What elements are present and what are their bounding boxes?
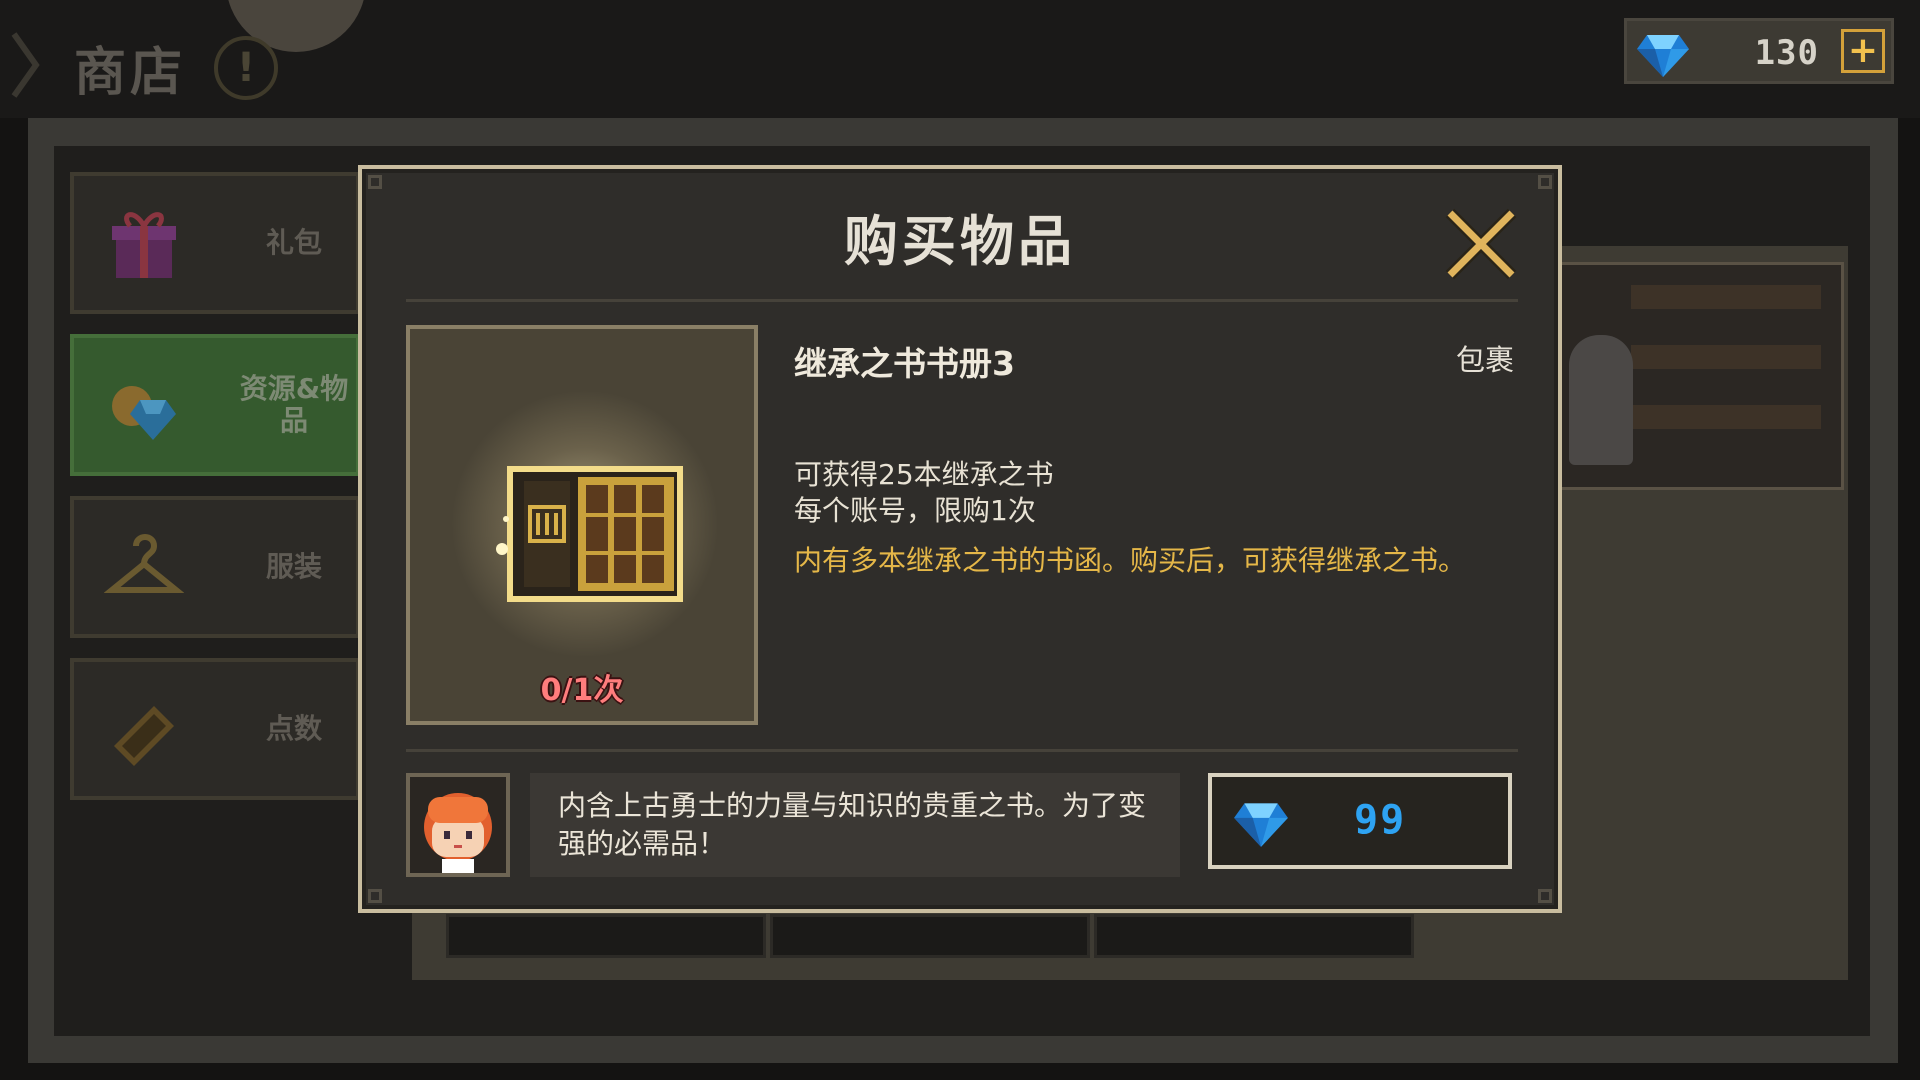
- purchase-dialog: 购买物品 0/1次 继承之书书册3 包裹 可获得25本继承之书 每个账号，限购1…: [358, 165, 1562, 913]
- currency-display: 130 +: [1624, 18, 1894, 84]
- sidebar-tab-label: 资源&物品: [239, 372, 349, 437]
- book-case-icon: [496, 466, 683, 602]
- girl-portrait-icon: [424, 793, 492, 873]
- item-highlight: 内有多本继承之书的书函。购买后，可获得继承之书。: [794, 544, 1467, 577]
- back-chevron-icon[interactable]: [10, 30, 40, 100]
- buy-button[interactable]: 99: [1208, 773, 1512, 869]
- gift-box-icon: [112, 212, 176, 278]
- speech-text: 内含上古勇士的力量与知识的贵重之书。为了变强的必需品！: [558, 789, 1147, 860]
- item-description-line: 每个账号，限购1次: [794, 494, 1036, 527]
- price-value: 99: [1354, 797, 1407, 843]
- sidebar-tab-label: 服装: [265, 550, 322, 583]
- divider: [406, 299, 1518, 302]
- shop-item-card[interactable]: [1094, 914, 1414, 958]
- info-button[interactable]: !: [214, 36, 278, 100]
- shopkeeper-figure: [1569, 335, 1633, 465]
- shop-banner: [1548, 262, 1844, 490]
- resource-gem-icon: [112, 386, 176, 440]
- shop-item-card[interactable]: [770, 914, 1090, 958]
- divider: [406, 749, 1518, 752]
- speech-bubble: 内含上古勇士的力量与知识的贵重之书。为了变强的必需品！: [530, 773, 1180, 877]
- purchase-count: 0/1次: [540, 673, 624, 708]
- item-name: 继承之书书册3: [794, 344, 1015, 383]
- sidebar-tab-gift[interactable]: 礼包: [70, 172, 360, 314]
- shop-item-card[interactable]: [446, 914, 766, 958]
- sidebar-tab-costume[interactable]: 服装: [70, 496, 360, 638]
- sidebar-tab-points[interactable]: 点数: [70, 658, 360, 800]
- ticket-icon: [114, 706, 174, 766]
- diamond-gem-icon: [1637, 35, 1689, 77]
- sidebar-tab-label: 礼包: [265, 226, 322, 259]
- dialog-title: 购买物品: [844, 210, 1076, 273]
- page-title: 商店: [74, 43, 187, 103]
- currency-value: 130: [1754, 33, 1819, 73]
- close-x-icon[interactable]: [1442, 205, 1520, 283]
- diamond-gem-icon: [1234, 803, 1288, 847]
- item-preview: 0/1次: [406, 325, 758, 725]
- sidebar-tab-label: 点数: [265, 712, 322, 745]
- add-currency-button[interactable]: +: [1841, 29, 1885, 73]
- item-category: 包裹: [1455, 343, 1514, 377]
- item-description-line: 可获得25本继承之书: [794, 458, 1054, 491]
- npc-portrait: [406, 773, 510, 877]
- hanger-icon: [104, 534, 184, 593]
- sidebar-tab-resources[interactable]: 资源&物品: [70, 334, 360, 476]
